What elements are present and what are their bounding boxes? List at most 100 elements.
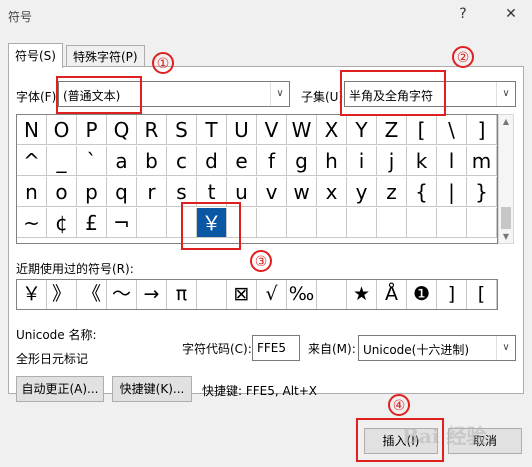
recent-symbol-cell[interactable]: 《	[77, 280, 107, 309]
symbol-cell[interactable]: P	[77, 115, 107, 145]
symbol-cell[interactable]: }	[467, 177, 497, 207]
recent-symbol-cell[interactable]: [	[467, 280, 497, 309]
recent-symbol-cell[interactable]: ⊠	[227, 280, 257, 309]
scroll-up-icon[interactable]: ▲	[499, 117, 513, 126]
symbol-cell[interactable]: n	[17, 177, 47, 207]
symbol-cell[interactable]: q	[107, 177, 137, 207]
from-select[interactable]: Unicode(十六进制) ∨	[358, 335, 516, 361]
symbol-cell[interactable]	[137, 208, 167, 238]
symbol-cell[interactable]	[437, 208, 467, 238]
symbol-cell[interactable]: \	[437, 115, 467, 145]
recent-symbol-cell[interactable]: 》	[47, 280, 77, 309]
recent-symbol-cell[interactable]: ★	[347, 280, 377, 309]
symbol-cell[interactable]: l	[437, 146, 467, 176]
symbol-cell[interactable]: ¢	[47, 208, 77, 238]
symbol-cell[interactable]: N	[17, 115, 47, 145]
symbol-cell[interactable]: |	[437, 177, 467, 207]
symbol-cell[interactable]: _	[47, 146, 77, 176]
symbol-cell[interactable]: W	[287, 115, 317, 145]
char-code-input[interactable]: FFE5	[252, 335, 300, 361]
symbol-cell[interactable]: h	[317, 146, 347, 176]
tab-symbols[interactable]: 符号(S)	[8, 43, 63, 68]
symbol-cell[interactable]: x	[317, 177, 347, 207]
symbol-cell[interactable]: £	[77, 208, 107, 238]
symbol-cell[interactable]: Y	[347, 115, 377, 145]
symbol-cell[interactable]: d	[197, 146, 227, 176]
symbol-cell[interactable]	[287, 208, 317, 238]
symbol-cell[interactable]: w	[287, 177, 317, 207]
shortcut-text: 快捷键: FFE5, Alt+X	[202, 384, 318, 398]
symbol-cell[interactable]: V	[257, 115, 287, 145]
symbol-cell[interactable]: i	[347, 146, 377, 176]
symbol-cell[interactable]: R	[137, 115, 167, 145]
symbol-cell[interactable]: z	[377, 177, 407, 207]
symbol-cell[interactable]: o	[47, 177, 77, 207]
symbol-cell[interactable]: O	[47, 115, 77, 145]
close-icon[interactable]: ✕	[500, 4, 522, 24]
symbol-cell[interactable]	[347, 208, 377, 238]
recent-symbol-cell[interactable]: π	[167, 280, 197, 309]
symbol-cell[interactable]: Q	[107, 115, 137, 145]
recent-symbol-cell[interactable]: ‰	[287, 280, 317, 309]
symbol-cell[interactable]: k	[407, 146, 437, 176]
recent-symbol-cell[interactable]: →	[137, 280, 167, 309]
help-icon[interactable]: ?	[452, 4, 474, 24]
symbol-cell[interactable]: [	[407, 115, 437, 145]
symbol-cell[interactable]: U	[227, 115, 257, 145]
symbol-cell[interactable]: b	[137, 146, 167, 176]
symbol-cell[interactable]: T	[197, 115, 227, 145]
symbol-cell[interactable]: p	[77, 177, 107, 207]
symbol-cell[interactable]: ^	[17, 146, 47, 176]
symbol-cell[interactable]: S	[167, 115, 197, 145]
symbol-cell[interactable]: ¬	[107, 208, 137, 238]
window-title: 符号	[8, 10, 33, 24]
tab-special-characters[interactable]: 特殊字符(P)	[66, 45, 145, 67]
symbol-grid[interactable]: N O P Q R S T U V W X Y Z[\] ^ _ ` a b c d e f g h i j k l m n o p q r s t u…	[16, 114, 498, 244]
symbol-cell[interactable]: ~	[17, 208, 47, 238]
symbol-cell[interactable]: r	[137, 177, 167, 207]
symbol-cell[interactable]: c	[167, 146, 197, 176]
recent-symbol-cell[interactable]	[317, 280, 347, 309]
symbol-grid-row: ^ _ ` a b c d e f g h i j k l m	[17, 146, 497, 176]
annotation-box-font	[56, 76, 142, 114]
symbol-cell[interactable]	[257, 208, 287, 238]
recent-symbol-cell[interactable]	[197, 280, 227, 309]
symbol-cell[interactable]: a	[107, 146, 137, 176]
recent-symbol-cell[interactable]: ￥	[17, 280, 47, 309]
symbol-cell[interactable]: m	[467, 146, 497, 176]
font-label: 字体(F):	[16, 90, 61, 104]
vertical-scrollbar[interactable]: ▲ ▼	[498, 114, 514, 244]
scroll-thumb[interactable]	[501, 207, 511, 229]
symbol-cell[interactable]: j	[377, 146, 407, 176]
unicode-name-value: 全形日元标记	[16, 352, 89, 366]
shortcut-key-button[interactable]: 快捷键(K)...	[112, 376, 192, 402]
recent-symbol-cell[interactable]: ～	[107, 280, 137, 309]
autocorrect-button[interactable]: 自动更正(A)...	[16, 376, 104, 402]
symbol-cell[interactable]: f	[257, 146, 287, 176]
symbol-cell[interactable]	[407, 208, 437, 238]
symbol-cell[interactable]	[467, 208, 497, 238]
chevron-down-icon: ∨	[496, 82, 515, 106]
symbol-cell[interactable]	[317, 208, 347, 238]
recent-symbol-cell[interactable]: ]	[437, 280, 467, 309]
recent-symbols[interactable]: ￥ 》《～ → π ⊠ √ ‰ ★ Å ❶][	[16, 279, 498, 310]
symbol-cell[interactable]: ]	[467, 115, 497, 145]
chevron-down-icon: ∨	[270, 82, 289, 106]
symbol-cell[interactable]: {	[407, 177, 437, 207]
annotation-marker-1: ①	[152, 52, 174, 74]
recent-symbol-cell[interactable]: Å	[377, 280, 407, 309]
char-code-label: 字符代码(C):	[182, 342, 252, 356]
symbol-grid-row: n o p q r s t u v w x y z{|}	[17, 177, 497, 207]
recent-symbol-cell[interactable]: √	[257, 280, 287, 309]
symbol-cell[interactable]: y	[347, 177, 377, 207]
scroll-down-icon[interactable]: ▼	[499, 232, 513, 241]
symbol-cell[interactable]: g	[287, 146, 317, 176]
recent-label: 近期使用过的符号(R):	[16, 262, 134, 276]
symbol-cell[interactable]: `	[77, 146, 107, 176]
symbol-cell[interactable]: X	[317, 115, 347, 145]
symbol-cell[interactable]: v	[257, 177, 287, 207]
recent-symbol-cell[interactable]: ❶	[407, 280, 437, 309]
symbol-cell[interactable]	[377, 208, 407, 238]
symbol-cell[interactable]: Z	[377, 115, 407, 145]
symbol-cell[interactable]: e	[227, 146, 257, 176]
